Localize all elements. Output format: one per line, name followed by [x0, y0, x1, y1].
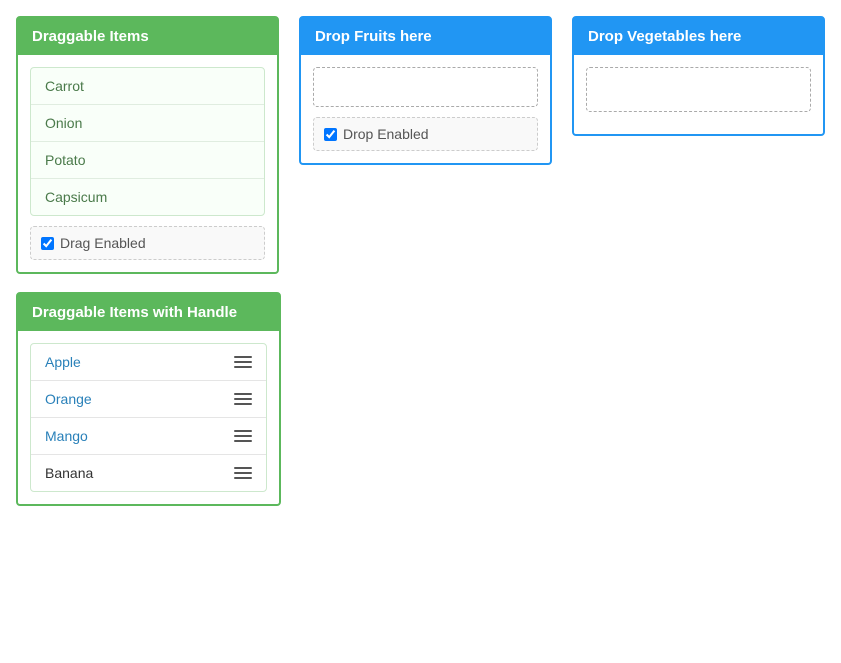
drop-fruits-panel: Drop Fruits here Drop Enabled: [299, 16, 552, 165]
drop-fruits-header: Drop Fruits here: [301, 18, 550, 55]
handle-item: Orange: [31, 381, 266, 418]
handle-item-label: Orange: [45, 391, 92, 407]
handle-panel: Draggable Items with Handle Apple Orange…: [16, 292, 281, 506]
drag-enabled-checkbox[interactable]: [41, 237, 54, 250]
drag-item[interactable]: Capsicum: [31, 179, 264, 215]
handle-items-list: Apple Orange Mango: [30, 343, 267, 492]
handle-item-label: Banana: [45, 465, 93, 481]
drag-item[interactable]: Onion: [31, 105, 264, 142]
drag-enabled-label: Drag Enabled: [60, 235, 146, 251]
draggable-items-list: Carrot Onion Potato Capsicum: [30, 67, 265, 216]
drag-enabled-row: Drag Enabled: [30, 226, 265, 260]
drag-item[interactable]: Potato: [31, 142, 264, 179]
handle-item: Mango: [31, 418, 266, 455]
draggable-items-header: Draggable Items: [18, 18, 277, 55]
drag-handle-icon[interactable]: [234, 356, 252, 368]
draggable-items-panel: Draggable Items Carrot Onion Potato Caps…: [16, 16, 279, 274]
handle-item: Apple: [31, 344, 266, 381]
handle-item-label: Mango: [45, 428, 88, 444]
draggable-items-body: Carrot Onion Potato Capsicum Drag Enable…: [18, 55, 277, 272]
drag-handle-icon[interactable]: [234, 467, 252, 479]
drop-vegetables-panel: Drop Vegetables here: [572, 16, 825, 136]
fruits-drop-zone[interactable]: [313, 67, 538, 107]
drop-enabled-row: Drop Enabled: [313, 117, 538, 151]
vegetables-drop-zone[interactable]: [586, 67, 811, 112]
drop-enabled-label: Drop Enabled: [343, 126, 429, 142]
drag-handle-icon[interactable]: [234, 393, 252, 405]
handle-panel-body: Apple Orange Mango: [18, 331, 279, 504]
drop-vegetables-header: Drop Vegetables here: [574, 18, 823, 55]
drop-vegetables-body[interactable]: [574, 55, 823, 134]
drag-item[interactable]: Carrot: [31, 68, 264, 105]
drop-enabled-checkbox[interactable]: [324, 128, 337, 141]
drag-handle-icon[interactable]: [234, 430, 252, 442]
handle-item-label: Apple: [45, 354, 81, 370]
handle-item: Banana: [31, 455, 266, 491]
drop-fruits-body[interactable]: Drop Enabled: [301, 55, 550, 163]
handle-panel-header: Draggable Items with Handle: [18, 294, 279, 331]
